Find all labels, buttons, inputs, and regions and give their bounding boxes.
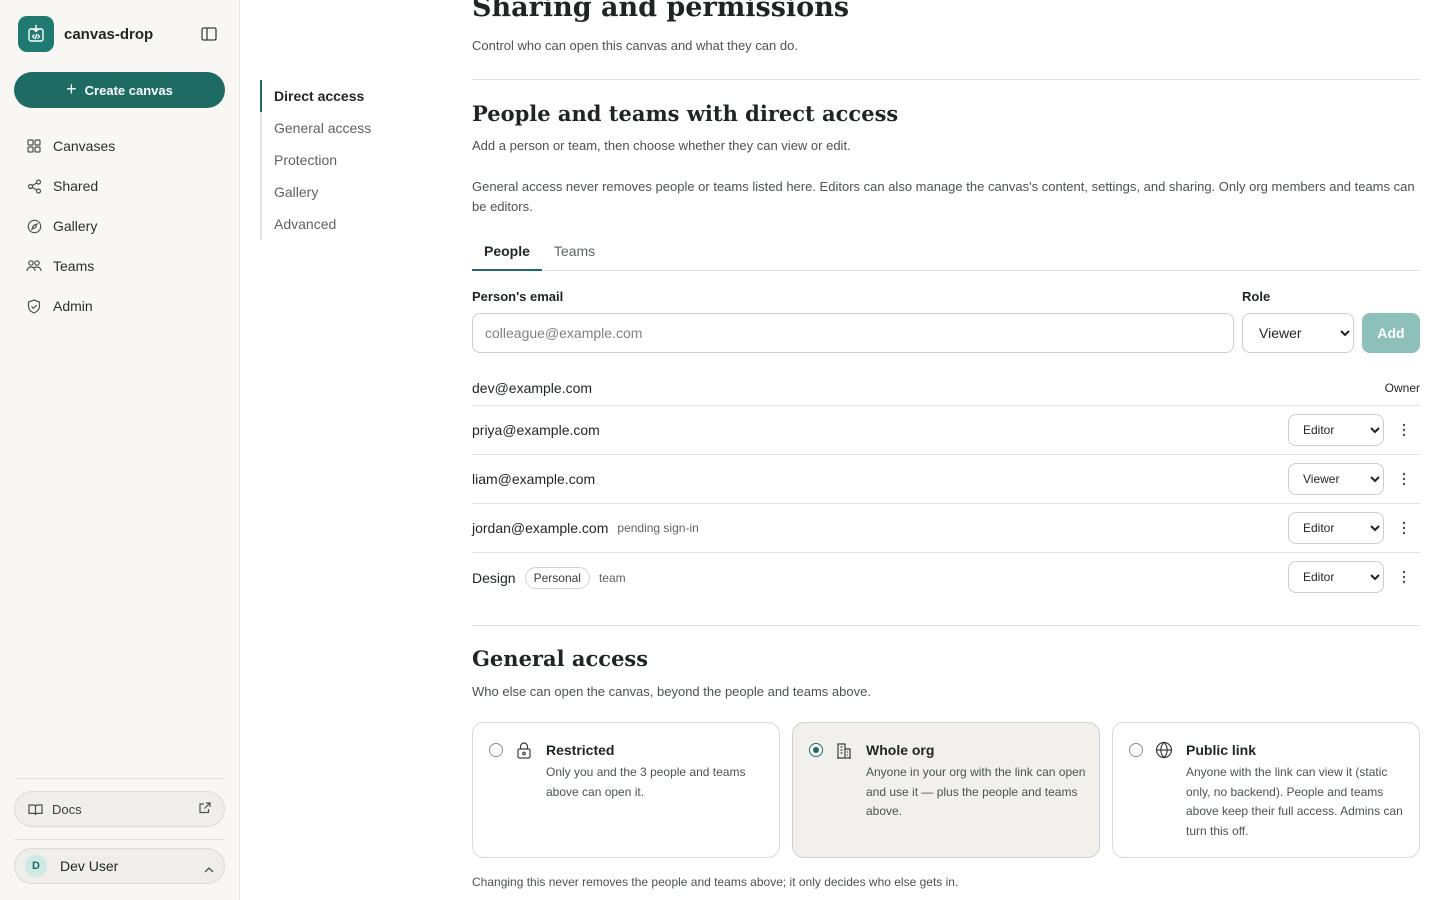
- sidebar-item-gallery[interactable]: Gallery: [14, 206, 225, 246]
- brand[interactable]: canvas-drop: [18, 16, 153, 52]
- role-select[interactable]: Viewer: [1242, 313, 1354, 353]
- avatar: D: [25, 855, 47, 877]
- option-restricted[interactable]: Restricted Only you and the 3 people and…: [472, 722, 780, 858]
- create-canvas-label: Create canvas: [84, 82, 173, 98]
- lock-icon: [515, 741, 533, 759]
- user-name: Dev User: [60, 858, 119, 874]
- option-description: Anyone with the link can view it (static…: [1186, 765, 1403, 838]
- sidebar-nav: Canvases Shared Gallery Teams Admin: [14, 126, 225, 326]
- more-options-icon[interactable]: [1396, 469, 1412, 489]
- member-role-select[interactable]: Editor: [1288, 414, 1384, 446]
- compass-icon: [26, 218, 42, 234]
- section-divider: [472, 79, 1420, 80]
- option-title: Public link: [1186, 742, 1257, 758]
- member-row: jordan@example.com pending sign-in Edito…: [472, 504, 1420, 553]
- option-title: Whole org: [866, 742, 935, 758]
- team-name: Design: [472, 569, 516, 586]
- chevron-up-icon: [204, 860, 214, 876]
- sidebar-item-label: Gallery: [53, 218, 98, 234]
- more-options-icon[interactable]: [1396, 518, 1412, 538]
- tab-teams[interactable]: Teams: [542, 232, 607, 270]
- option-description: Anyone in your org with the link can ope…: [866, 765, 1086, 818]
- member-row: liam@example.com Viewer: [472, 455, 1420, 504]
- team-row: Design Personal team Editor: [472, 553, 1420, 602]
- general-access-title: General access: [472, 646, 649, 671]
- direct-access-subtitle: Add a person or team, then choose whethe…: [472, 138, 851, 153]
- sidebar-item-teams[interactable]: Teams: [14, 246, 225, 286]
- radio-restricted[interactable]: [489, 743, 503, 757]
- building-icon: [835, 741, 853, 759]
- option-public-link[interactable]: Public link Anyone with the link can vie…: [1112, 722, 1420, 858]
- app-name: canvas-drop: [64, 25, 154, 43]
- sidebar-item-label: Teams: [53, 258, 95, 274]
- add-button[interactable]: Add: [1362, 313, 1420, 353]
- subnav-item-direct-access[interactable]: Direct access: [260, 80, 440, 112]
- member-row-owner: dev@example.com Owner: [472, 370, 1420, 406]
- member-row: priya@example.com Editor: [472, 406, 1420, 455]
- sidebar-item-label: Shared: [53, 178, 99, 194]
- radio-whole-org[interactable]: [809, 743, 823, 757]
- page-title: Sharing and permissions: [472, 0, 850, 23]
- users-icon: [26, 258, 42, 274]
- direct-access-info: General access never removes people or t…: [472, 179, 1415, 214]
- direct-access-tabs: People Teams: [472, 232, 1420, 271]
- member-email: dev@example.com: [472, 379, 593, 396]
- docs-link[interactable]: Docs: [14, 791, 225, 827]
- settings-subnav: Direct access General access Protection …: [260, 80, 440, 240]
- sidebar-divider: [14, 778, 225, 779]
- direct-access-title: People and teams with direct access: [472, 101, 899, 126]
- plus-icon: +: [66, 78, 77, 99]
- role-label: Role: [1242, 289, 1271, 304]
- docs-label: Docs: [52, 801, 82, 817]
- email-field[interactable]: [472, 313, 1234, 353]
- more-options-icon[interactable]: [1396, 567, 1412, 587]
- option-whole-org[interactable]: Whole org Anyone in your org with the li…: [792, 722, 1100, 858]
- option-description: Only you and the 3 people and teams abov…: [546, 765, 746, 799]
- shield-icon: [26, 298, 42, 314]
- subnav-item-protection[interactable]: Protection: [260, 144, 440, 176]
- sidebar-divider: [14, 839, 225, 840]
- radio-public-link[interactable]: [1129, 743, 1143, 757]
- owner-badge: Owner: [1384, 380, 1420, 395]
- sidebar-item-label: Admin: [53, 298, 93, 314]
- team-label: team: [598, 570, 626, 585]
- member-role-select[interactable]: Editor: [1288, 561, 1384, 593]
- external-link-icon: [199, 802, 211, 817]
- create-canvas-button[interactable]: + Create canvas: [14, 72, 225, 108]
- subnav-item-advanced[interactable]: Advanced: [260, 208, 440, 240]
- tab-people[interactable]: People: [472, 232, 542, 271]
- member-email: priya@example.com: [472, 422, 600, 438]
- user-menu-button[interactable]: D Dev User: [14, 848, 225, 884]
- member-role-select[interactable]: Viewer: [1288, 463, 1384, 495]
- share-icon: [26, 178, 42, 194]
- grid-icon: [26, 138, 42, 154]
- canvas-logo-icon: [18, 16, 54, 52]
- general-access-options: Restricted Only you and the 3 people and…: [472, 722, 1420, 858]
- book-icon: [28, 803, 43, 816]
- section-divider: [472, 625, 1420, 626]
- sidebar-toggle-icon[interactable]: [198, 24, 220, 44]
- member-role-select[interactable]: Editor: [1288, 512, 1384, 544]
- member-email: liam@example.com: [472, 471, 596, 487]
- sidebar-item-label: Canvases: [53, 138, 116, 154]
- page-subtitle: Control who can open this canvas and wha…: [472, 38, 798, 53]
- sidebar-item-admin[interactable]: Admin: [14, 286, 225, 326]
- more-options-icon[interactable]: [1396, 420, 1412, 440]
- member-email: jordan@example.com: [472, 520, 609, 536]
- sidebar-item-shared[interactable]: Shared: [14, 166, 225, 206]
- globe-icon: [1155, 741, 1173, 759]
- sidebar-item-canvases[interactable]: Canvases: [14, 126, 225, 166]
- subnav-item-gallery[interactable]: Gallery: [260, 176, 440, 208]
- team-type-badge: Personal: [524, 566, 590, 589]
- general-access-footnote: Changing this never removes the people a…: [472, 875, 959, 889]
- pending-status: pending sign-in: [617, 521, 699, 535]
- subnav-item-general-access[interactable]: General access: [260, 112, 440, 144]
- sidebar: canvas-drop + Create canvas Canvases Sha…: [0, 0, 240, 900]
- general-access-subtitle: Who else can open the canvas, beyond the…: [472, 684, 871, 699]
- option-title: Restricted: [546, 742, 615, 758]
- email-label: Person's email: [472, 289, 564, 304]
